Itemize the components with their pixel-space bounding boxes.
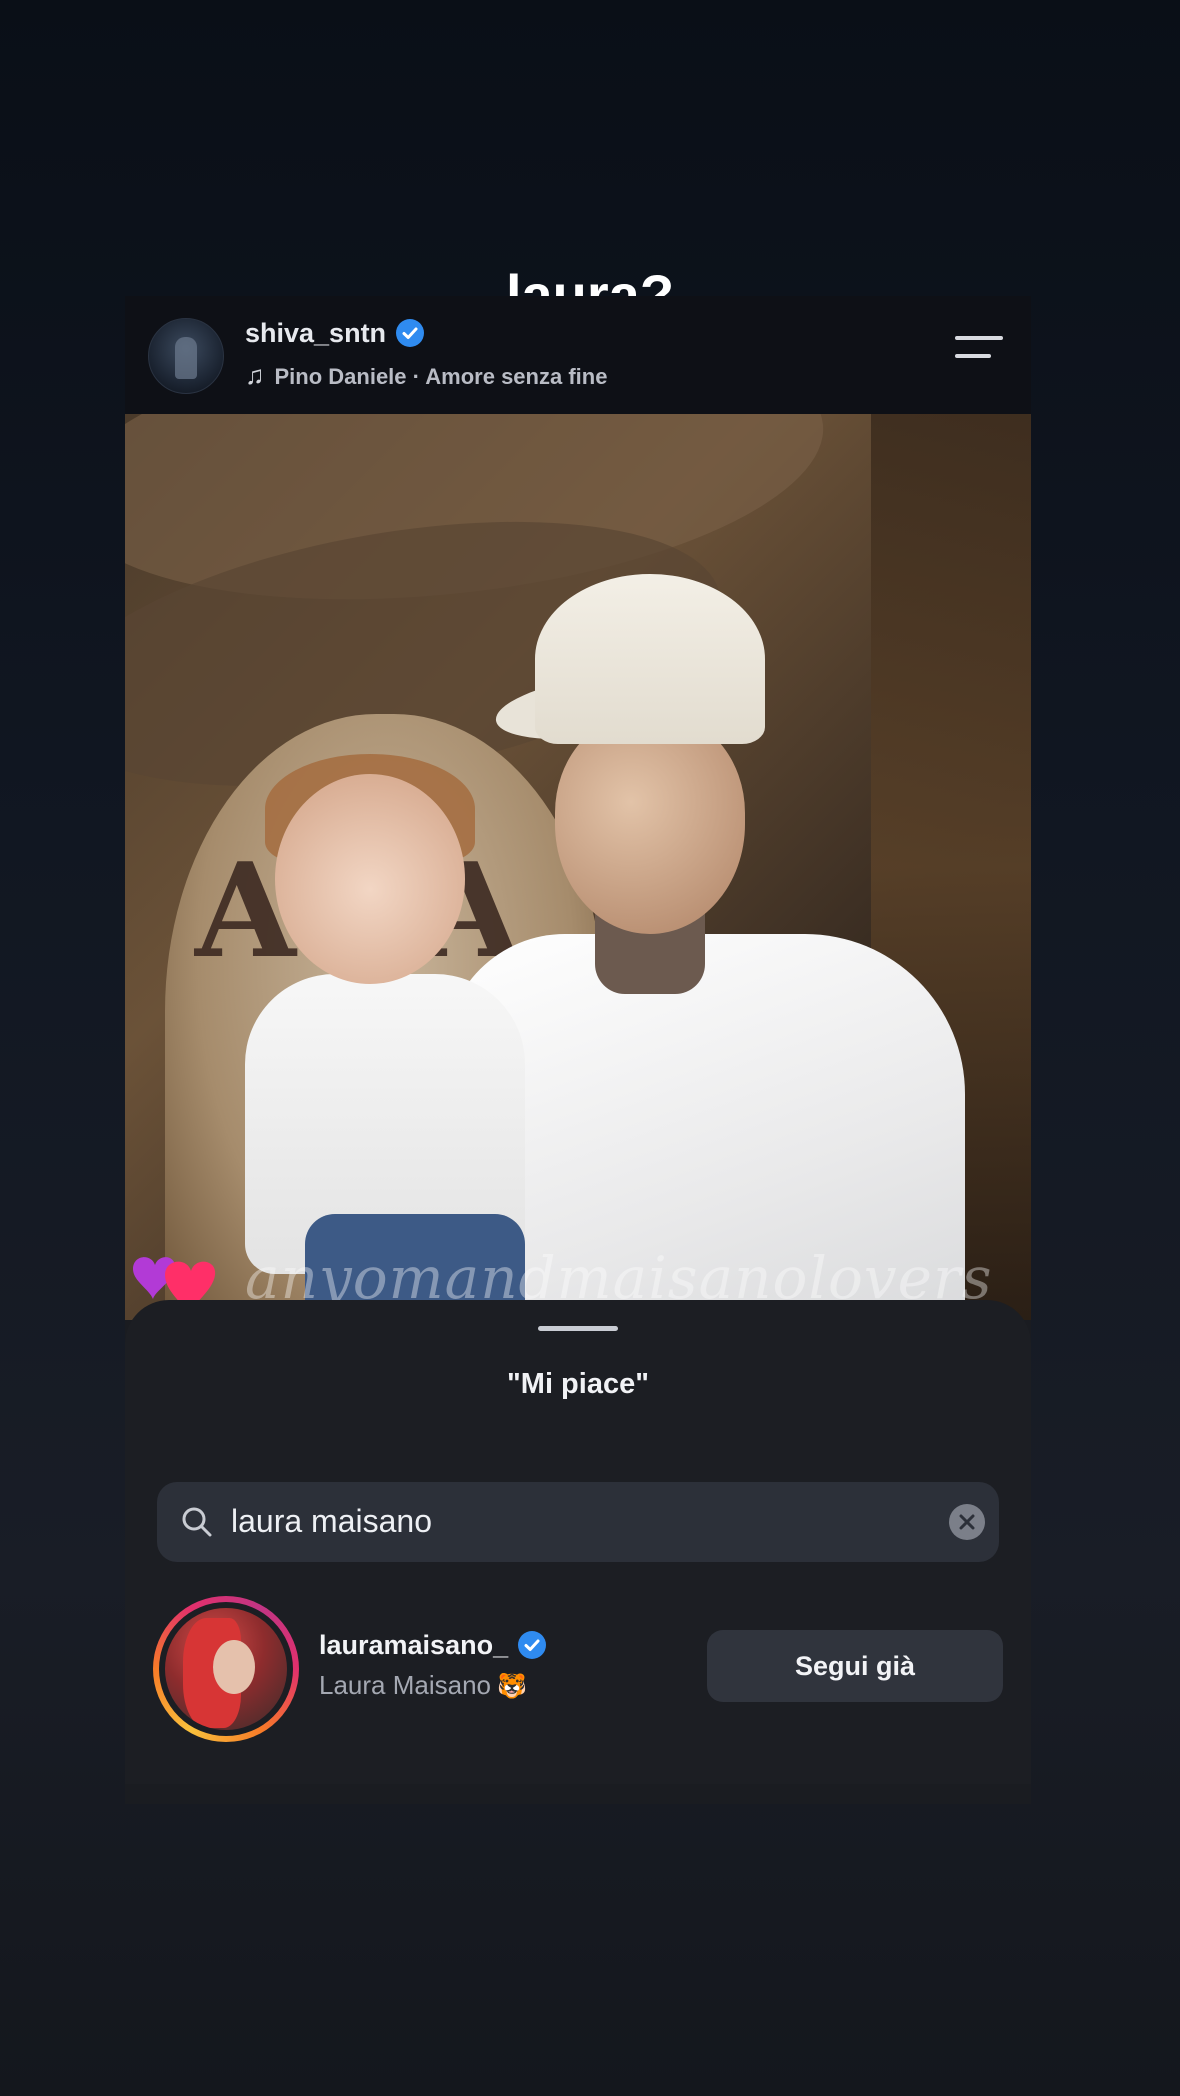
post-photo[interactable]: AI A anyomandmaisanolovers (125, 414, 1031, 1320)
avatar[interactable] (148, 318, 224, 394)
following-button[interactable]: Segui già (707, 1630, 1003, 1702)
clear-icon[interactable] (949, 1504, 985, 1540)
search-icon (182, 1507, 212, 1537)
result-username[interactable]: lauramaisano_ (319, 1630, 547, 1661)
post-username[interactable]: shiva_sntn (245, 318, 425, 349)
likes-sheet: "Mi piace" laura maisano lauramaisano_ L… (125, 1300, 1031, 1784)
music-note-icon: ♫ (245, 360, 265, 390)
result-fullname-text: Laura Maisano (319, 1670, 491, 1700)
menu-icon[interactable] (955, 336, 1003, 370)
post-header: shiva_sntn ♫ Pino Daniele · Amore senza f… (125, 296, 1031, 414)
music-line[interactable]: ♫ Pino Daniele · Amore senza fine (245, 360, 607, 391)
avatar (165, 1608, 287, 1730)
post-username-text: shiva_sntn (245, 318, 387, 348)
tiger-emoji: 🐯 (497, 1672, 527, 1700)
sheet-grabber[interactable] (538, 1326, 618, 1331)
sheet-title: "Mi piace" (507, 1368, 649, 1400)
search-input[interactable]: laura maisano (157, 1482, 999, 1562)
list-item[interactable]: lauramaisano_ Laura Maisano 🐯 Segui già (125, 1592, 1031, 1742)
result-username-text: lauramaisano_ (319, 1630, 509, 1660)
story-ring-avatar[interactable] (153, 1596, 299, 1742)
verified-badge-icon (518, 1631, 547, 1659)
result-fullname: Laura Maisano 🐯 (319, 1670, 527, 1701)
search-value: laura maisano (231, 1503, 432, 1539)
verified-badge-icon (396, 319, 425, 347)
shared-post-card[interactable]: shiva_sntn ♫ Pino Daniele · Amore senza f… (125, 296, 1031, 1804)
music-text: Pino Daniele · Amore senza fine (274, 364, 608, 389)
